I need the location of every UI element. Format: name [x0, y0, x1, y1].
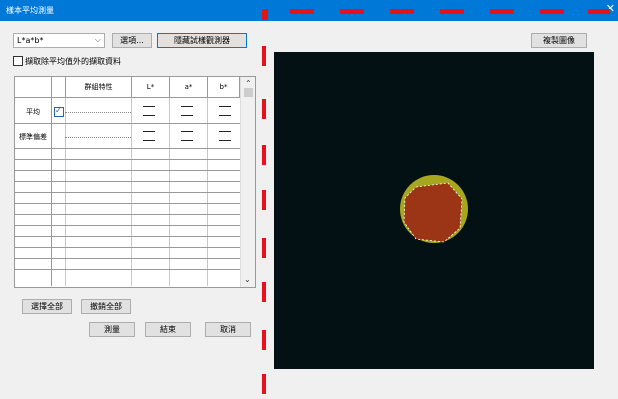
cancel-button[interactable]: 取消 [205, 322, 251, 337]
std-dev-b-value-line [219, 140, 231, 141]
scroll-thumb[interactable] [244, 88, 253, 97]
divider-dash [540, 9, 564, 14]
color-space-value: L*a*b* [17, 36, 44, 45]
divider-dash [262, 282, 266, 302]
row-divider [15, 181, 240, 182]
header-check [52, 77, 66, 98]
header-a: a* [170, 77, 208, 98]
chevron-down-icon: ⌵ [94, 35, 101, 44]
clear-all-button[interactable]: 撤銷全部 [81, 299, 131, 314]
row-label-average: 平均 [26, 108, 40, 116]
sample-preview-image [400, 175, 468, 243]
sample-average-window: 樣本平均測量 ✕ L*a*b* ⌵ 選項... 隱藏試樣觀測器 擷取除平均值外的… [0, 0, 618, 399]
divider-dash [340, 9, 364, 14]
average-a-value-line [181, 106, 193, 107]
average-b-value-line [219, 115, 231, 116]
row-divider [15, 203, 240, 204]
row-divider [15, 214, 240, 215]
divider-dash [588, 9, 610, 14]
row-divider [15, 258, 240, 259]
divider-dash [262, 145, 266, 165]
copy-image-button[interactable]: 複製圖像 [531, 33, 587, 48]
average-group-cell [65, 112, 131, 113]
header-row-label [15, 77, 52, 98]
sample-preview-panel [274, 52, 594, 369]
header-group-property: 群組特性 [66, 77, 132, 98]
divider-dash [262, 374, 266, 394]
exclude-data-label: 擷取除平均值外的擷取資料 [25, 57, 121, 66]
row-divider [15, 247, 240, 248]
divider-dash [390, 9, 414, 14]
row-divider [15, 123, 240, 124]
scroll-up-icon[interactable]: ⌃ [245, 79, 252, 88]
color-space-select[interactable]: L*a*b* ⌵ [13, 33, 105, 48]
check-icon: ✓ [55, 106, 62, 115]
std-dev-l-value-line [143, 131, 155, 132]
divider-dash [262, 238, 266, 258]
std-dev-a-value-line [181, 131, 193, 132]
table-scrollbar[interactable]: ⌃ ⌄ [240, 77, 255, 287]
divider-dash [440, 9, 464, 14]
std-dev-l-value-line [143, 140, 155, 141]
header-l: L* [132, 77, 170, 98]
average-l-value-line [143, 115, 155, 116]
divider-dash [262, 190, 266, 210]
options-button[interactable]: 選項... [112, 33, 152, 48]
row-divider [15, 159, 240, 160]
window-title: 樣本平均測量 [6, 6, 54, 15]
average-a-value-line [181, 115, 193, 116]
divider-dash [262, 330, 266, 350]
exclude-data-checkbox[interactable] [13, 56, 23, 66]
row-label-std-dev: 標準偏差 [19, 133, 47, 141]
scroll-down-icon[interactable]: ⌄ [244, 275, 251, 284]
row-divider [15, 269, 240, 270]
finish-button[interactable]: 結束 [145, 322, 191, 337]
row-divider [15, 148, 240, 149]
std-dev-a-value-line [181, 140, 193, 141]
select-all-button[interactable]: 選擇全部 [22, 299, 72, 314]
std-dev-b-value-line [219, 131, 231, 132]
measure-button[interactable]: 測量 [89, 322, 135, 337]
row-divider [15, 170, 240, 171]
measurement-table: 群組特性 L* a* b* 平均 標準偏差 ✓ ⌃ ⌄ [14, 76, 256, 288]
divider-dash [262, 99, 266, 119]
std-dev-group-cell [65, 137, 131, 138]
divider-dash [262, 46, 266, 66]
divider-dash [490, 9, 514, 14]
average-row-checkbox[interactable]: ✓ [54, 106, 64, 117]
hide-tester-button[interactable]: 隱藏試樣觀測器 [157, 33, 247, 48]
average-b-value-line [219, 106, 231, 107]
row-divider [15, 192, 240, 193]
sample-measurement-spot [404, 183, 462, 242]
divider-dash [262, 9, 268, 20]
header-b: b* [208, 77, 240, 98]
average-l-value-line [143, 106, 155, 107]
row-divider [15, 225, 240, 226]
divider-dash [290, 9, 314, 14]
row-divider [15, 236, 240, 237]
